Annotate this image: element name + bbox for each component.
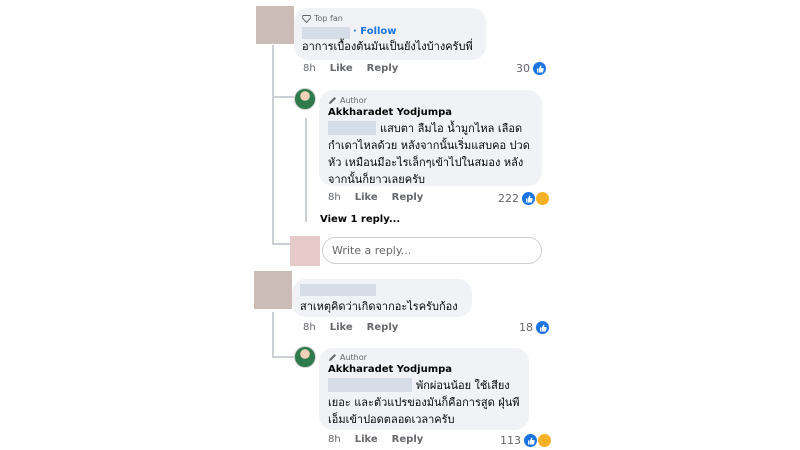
like-button[interactable]: Like	[355, 434, 378, 445]
comment-text: อาการเบื้องต้นมันเป็นยังไงบ้างครับพี่	[302, 40, 473, 53]
diamond-icon	[302, 14, 311, 23]
mention-tag[interactable]	[328, 121, 376, 135]
reply-text-line: หัว เหมือนมีอะไรเล็กๆเข้าไปในสมอง หลัง	[328, 156, 524, 169]
like-button[interactable]: Like	[330, 322, 353, 333]
pencil-icon	[328, 96, 337, 105]
current-user-avatar	[290, 236, 320, 266]
comment-text: สาเหตุคิดว่าเกิดจากอะไรครับก้อง	[300, 300, 458, 313]
author-avatar[interactable]	[294, 88, 316, 110]
reply-actions: 8h Like Reply	[328, 434, 423, 445]
reply-text-line: จากนั้นก็ยาวเลยครับ	[328, 173, 425, 186]
reply-input[interactable]: Write a reply...	[322, 237, 542, 264]
like-reaction-icon	[524, 434, 537, 447]
like-button[interactable]: Like	[330, 63, 353, 74]
view-replies-link[interactable]: View 1 reply...	[320, 214, 400, 225]
comment-actions: 8h Like Reply	[303, 322, 398, 333]
author-avatar[interactable]	[294, 346, 316, 368]
timestamp[interactable]: 8h	[303, 322, 316, 333]
comment-actions: 8h Like Reply	[303, 63, 398, 74]
like-reaction-icon	[536, 321, 549, 334]
reply-button[interactable]: Reply	[392, 192, 424, 203]
reaction-count[interactable]: 18	[519, 321, 549, 334]
reply-button[interactable]: Reply	[367, 63, 399, 74]
reaction-count[interactable]: 113	[500, 433, 552, 448]
top-fan-badge: Top fan	[302, 14, 343, 23]
badge-label: Author	[340, 96, 367, 105]
thread-line	[272, 45, 274, 245]
reaction-number: 18	[519, 321, 533, 334]
like-reaction-icon	[533, 62, 546, 75]
reply-text-line: พักผ่อนน้อย ใช้เสียง	[416, 379, 510, 392]
badge-label: Top fan	[314, 14, 343, 23]
reaction-number: 113	[500, 434, 521, 447]
like-reaction-icon	[522, 192, 535, 205]
like-button[interactable]: Like	[355, 192, 378, 203]
reply-placeholder: Write a reply...	[332, 244, 412, 257]
avatar[interactable]	[254, 271, 292, 309]
reaction-count[interactable]: 222	[498, 191, 550, 206]
author-name[interactable]: Akkharadet Yodjumpa	[328, 364, 452, 375]
reply-actions: 8h Like Reply	[328, 192, 423, 203]
thread-line	[272, 243, 290, 245]
reaction-number: 222	[498, 192, 519, 205]
haha-reaction-icon	[535, 191, 550, 206]
reply-button[interactable]: Reply	[392, 434, 424, 445]
badge-label: Author	[340, 353, 367, 362]
author-badge: Author	[328, 96, 367, 105]
pencil-icon	[328, 353, 337, 362]
avatar[interactable]	[256, 6, 294, 44]
follow-link[interactable]: · Follow	[353, 26, 397, 37]
timestamp[interactable]: 8h	[303, 63, 316, 74]
commenter-name[interactable]	[300, 284, 376, 296]
author-badge: Author	[328, 353, 367, 362]
reply-text-line: กำเดาไหลด้วย หลังจากนั้นเริ่มแสบคอ ปวด	[328, 139, 530, 152]
thread-line	[272, 312, 274, 358]
haha-reaction-icon	[537, 433, 552, 448]
timestamp[interactable]: 8h	[328, 434, 341, 445]
thread-line	[272, 356, 294, 358]
timestamp[interactable]: 8h	[328, 192, 341, 203]
thread-line	[305, 118, 307, 222]
reaction-number: 30	[516, 62, 530, 75]
reply-text-line: เอ็มเข้าปอดตลอดเวลาครับ	[328, 413, 455, 426]
thread-line	[272, 96, 294, 98]
reply-text-line: แสบตา ลืมไอ น้ำมูกไหล เลือด	[380, 122, 523, 135]
author-name[interactable]: Akkharadet Yodjumpa	[328, 107, 452, 118]
reply-button[interactable]: Reply	[367, 322, 399, 333]
reply-text-line: เยอะ และตัวแปรของมันก็คือการสูด ฝุ่นพี	[328, 396, 520, 409]
mention-tag[interactable]	[328, 378, 412, 392]
reaction-count[interactable]: 30	[516, 62, 546, 75]
